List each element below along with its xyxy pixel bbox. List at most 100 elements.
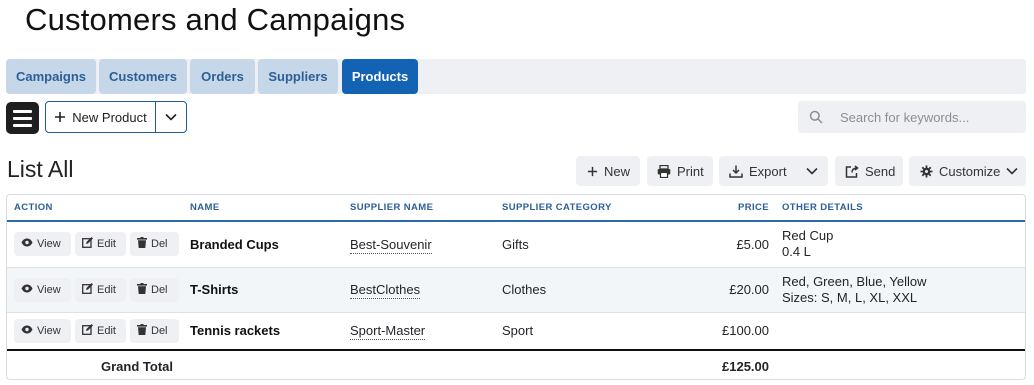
supplier-cell: BestClothes [343,267,495,313]
details-line: 0.4 L [782,244,811,260]
delete-label: Del [151,324,168,337]
row-actions: View Edit Del [7,221,183,268]
other-details: Red Cup 0.4 L [775,221,1025,268]
delete-label: Del [151,283,168,296]
delete-label: Del [151,238,168,251]
table-row: View Edit Del Tennis rackets Sport-Maste… [7,312,1025,351]
edit-button[interactable]: Edit [75,318,126,343]
empty-cell [183,349,343,379]
column-header-supplier-category[interactable]: SUPPLIER CATEGORY [495,195,655,222]
tab-customers[interactable]: Customers [99,59,187,94]
menu-button[interactable] [6,102,39,134]
supplier-cell: Sport-Master [343,312,495,351]
tab-orders[interactable]: Orders [190,59,255,94]
edit-icon [82,237,93,251]
row-actions: View Edit Del [7,312,183,351]
new-product-label: New Product [72,109,147,125]
search-icon [798,110,834,124]
supplier-link[interactable]: Best-Souvenir [350,236,432,254]
table-row: View Edit Del Branded Cups Best-Souvenir… [7,221,1025,268]
supplier-category: Sport [495,312,655,351]
column-header-price[interactable]: PRICE [655,195,775,222]
products-table: ACTION NAME SUPPLIER NAME SUPPLIER CATEG… [6,194,1026,380]
empty-cell [775,349,1025,379]
new-button[interactable]: New [576,156,640,186]
tab-campaigns[interactable]: Campaigns [6,59,96,94]
chevron-down-icon [1006,167,1018,175]
table-row: View Edit Del T-Shirts BestClothes Cloth… [7,267,1025,313]
column-header-other-details[interactable]: OTHER DETAILS [775,195,1025,222]
supplier-link[interactable]: BestClothes [350,282,421,299]
product-name: Branded Cups [183,221,343,268]
gear-icon [920,165,933,178]
search-input[interactable] [840,109,1020,125]
details-line: Red Cup [782,228,834,244]
grand-total-value: £125.00 [655,349,775,379]
supplier-category: Gifts [495,221,655,268]
supplier-link[interactable]: Sport-Master [350,323,426,341]
eye-icon [21,238,33,250]
new-product-split-button: New Product [45,101,187,133]
edit-icon [82,323,93,338]
new-button-label: New [604,163,631,179]
edit-label: Edit [97,238,116,251]
plus-icon [587,166,598,177]
delete-button[interactable]: Del [130,232,179,257]
empty-cell [495,349,655,379]
grand-total-label: Grand Total [7,349,183,379]
product-name: T-Shirts [183,267,343,313]
edit-label: Edit [97,324,116,337]
share-icon [845,164,859,178]
grand-total-row: Grand Total £125.00 [7,349,1025,379]
plus-icon [55,112,66,122]
page-title: Customers and Campaigns [25,2,406,37]
column-header-name[interactable]: NAME [183,195,343,222]
table-header-row: ACTION NAME SUPPLIER NAME SUPPLIER CATEG… [7,195,1025,222]
customize-button-label: Customize [939,163,1001,179]
other-details [775,312,1025,351]
trash-icon [137,323,147,338]
row-actions: View Edit Del [7,267,183,313]
view-label: View [37,324,61,337]
new-product-dropdown[interactable] [156,102,186,132]
tab-suppliers[interactable]: Suppliers [258,59,338,94]
edit-button[interactable]: Edit [75,232,126,257]
hamburger-icon-bar [13,116,32,120]
printer-icon [657,164,671,178]
tab-bar: Campaigns Customers Orders Suppliers Pro… [6,59,1026,94]
trash-icon [137,237,147,251]
eye-icon [21,325,33,337]
print-button-label: Print [677,163,704,179]
delete-button[interactable]: Del [130,318,179,343]
tab-products[interactable]: Products [342,59,418,94]
list-title: List All [7,156,74,182]
column-header-action: ACTION [7,195,183,222]
product-name: Tennis rackets [183,312,343,351]
hamburger-icon-bar [13,123,32,127]
print-button[interactable]: Print [647,156,713,186]
edit-button[interactable]: Edit [75,277,126,302]
delete-button[interactable]: Del [130,277,179,302]
empty-cell [343,349,495,379]
edit-label: Edit [97,283,116,296]
export-button[interactable]: Export [719,156,828,186]
send-button[interactable]: Send [835,156,903,186]
customize-button[interactable]: Customize [909,156,1026,186]
view-button[interactable]: View [14,277,71,302]
price: £100.00 [655,312,775,351]
search-box [798,101,1026,133]
column-header-supplier-name[interactable]: SUPPLIER NAME [343,195,495,222]
download-icon [729,165,743,178]
supplier-category: Clothes [495,267,655,313]
other-details: Red, Green, Blue, Yellow Sizes: S, M, L,… [775,267,1025,313]
send-button-label: Send [865,163,896,179]
eye-icon [21,284,33,296]
supplier-cell: Best-Souvenir [343,221,495,268]
new-product-button[interactable]: New Product [46,102,156,132]
chevron-down-icon [806,167,818,175]
view-button[interactable]: View [14,232,71,257]
export-button-label: Export [749,163,787,179]
view-button[interactable]: View [14,318,71,343]
chevron-down-icon [165,113,177,121]
trash-icon [137,282,147,297]
